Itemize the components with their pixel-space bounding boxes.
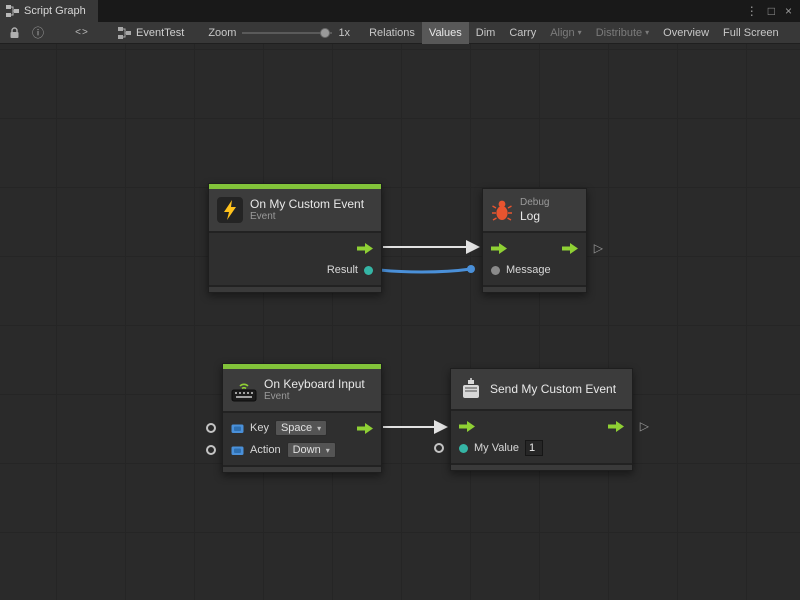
- align-button[interactable]: Align ▾: [543, 22, 588, 44]
- node-footer: [483, 285, 586, 292]
- node-header[interactable]: Send My Custom Event: [451, 369, 632, 409]
- node-header[interactable]: Debug Log: [483, 189, 586, 231]
- unconnected-flow-triangle-icon[interactable]: ▷: [640, 418, 649, 434]
- flow-input-icon[interactable]: [491, 243, 507, 254]
- node-title: Send My Custom Event: [490, 382, 616, 396]
- key-dropdown[interactable]: Space ▾: [275, 420, 327, 436]
- node-header[interactable]: On Keyboard Input Event: [223, 369, 381, 411]
- zoom-slider[interactable]: [242, 27, 332, 39]
- dim-button[interactable]: Dim: [469, 22, 503, 44]
- node-footer: [451, 463, 632, 470]
- action-input-row[interactable]: Action Down ▾: [223, 439, 381, 461]
- node-subtitle: Debug: [520, 197, 549, 209]
- node-header[interactable]: On My Custom Event Event: [209, 189, 381, 231]
- unconnected-port-icon[interactable]: [206, 445, 216, 455]
- graph-file-icon: [118, 27, 131, 39]
- control-wire-custom-event-to-log[interactable]: [383, 240, 480, 254]
- script-graph-icon: [6, 5, 19, 17]
- control-flow-row[interactable]: ▷: [483, 237, 586, 259]
- carry-button[interactable]: Carry: [502, 22, 543, 44]
- node-footer: [209, 285, 381, 292]
- my-value-input[interactable]: [525, 440, 543, 456]
- maximize-icon[interactable]: □: [768, 5, 775, 17]
- inspect-icon[interactable]: ⓘ: [28, 22, 48, 44]
- window-controls: ⋮ □ ×: [738, 0, 800, 22]
- window-tab-bar: Script Graph ⋮ □ ×: [0, 0, 800, 22]
- my-value-input-row[interactable]: My Value: [451, 437, 632, 459]
- zoom-slider-handle[interactable]: [320, 28, 330, 38]
- control-output-row[interactable]: [209, 237, 381, 259]
- node-subtitle: Event: [250, 211, 364, 223]
- result-value-port-icon[interactable]: [364, 266, 373, 275]
- custom-event-icon: [459, 377, 483, 401]
- bug-icon: [491, 198, 513, 222]
- node-title: On My Custom Event: [250, 197, 364, 211]
- value-wire-result-to-message[interactable]: [367, 265, 475, 273]
- flow-input-icon[interactable]: [459, 421, 475, 432]
- graph-toolbar: ⓘ <> EventTest Zoom 1x Relations Values …: [0, 22, 800, 44]
- keyboard-icon: [231, 377, 257, 403]
- zoom-control: Zoom 1x: [208, 27, 350, 39]
- flow-output-icon[interactable]: [357, 243, 373, 254]
- zoom-slider-track: [242, 32, 332, 34]
- toolbar-buttons: Relations Values Dim Carry Align ▾ Distr…: [362, 22, 786, 44]
- code-preview-icon[interactable]: <>: [72, 22, 92, 44]
- message-value-port-icon[interactable]: [491, 266, 500, 275]
- chevron-down-icon: ▾: [578, 28, 582, 37]
- control-wire-keyboard-to-send[interactable]: [383, 420, 448, 434]
- key-label: Key: [250, 422, 269, 434]
- chevron-down-icon: ▾: [645, 28, 649, 37]
- unconnected-port-icon[interactable]: [206, 423, 216, 433]
- key-input-row[interactable]: Key Space ▾: [223, 417, 381, 439]
- zoom-label: Zoom: [208, 27, 236, 39]
- overview-button[interactable]: Overview: [656, 22, 716, 44]
- unconnected-port-icon[interactable]: [434, 443, 444, 453]
- window-menu-icon[interactable]: ⋮: [746, 5, 758, 17]
- distribute-button[interactable]: Distribute ▾: [589, 22, 656, 44]
- node-on-my-custom-event[interactable]: On My Custom Event Event Result: [208, 183, 382, 293]
- tab-title: Script Graph: [24, 5, 86, 17]
- node-title: On Keyboard Input: [264, 377, 365, 391]
- node-body: ▷ Message: [483, 231, 586, 285]
- tab-script-graph[interactable]: Script Graph: [0, 0, 98, 22]
- chevron-down-icon: ▾: [317, 424, 321, 433]
- relations-button[interactable]: Relations: [362, 22, 422, 44]
- graph-name: EventTest: [136, 27, 184, 39]
- node-on-keyboard-input[interactable]: On Keyboard Input Event Key Space ▾: [222, 363, 382, 473]
- action-dropdown[interactable]: Down ▾: [287, 442, 336, 458]
- lightning-bolt-icon: [217, 197, 243, 223]
- my-value-port-icon[interactable]: [459, 444, 468, 453]
- flow-output-icon[interactable]: [562, 243, 578, 254]
- my-value-label: My Value: [474, 442, 519, 454]
- node-subtitle: Event: [264, 391, 365, 403]
- control-flow-row[interactable]: ▷: [451, 415, 632, 437]
- message-input-row[interactable]: Message: [483, 259, 586, 281]
- node-send-my-custom-event[interactable]: Send My Custom Event ▷ My Value: [450, 368, 633, 471]
- graph-reference[interactable]: EventTest: [118, 27, 184, 39]
- flow-output-icon[interactable]: [608, 421, 624, 432]
- values-button[interactable]: Values: [422, 22, 469, 44]
- unconnected-flow-triangle-icon[interactable]: ▷: [594, 240, 603, 256]
- node-footer: [223, 465, 381, 472]
- result-label: Result: [327, 264, 358, 276]
- chevron-down-icon: ▾: [326, 446, 330, 455]
- fullscreen-button[interactable]: Full Screen: [716, 22, 786, 44]
- flow-output-icon[interactable]: [357, 423, 373, 434]
- graph-canvas[interactable]: On My Custom Event Event Result: [0, 44, 800, 600]
- action-label: Action: [250, 444, 281, 456]
- keycode-type-icon: [231, 422, 244, 435]
- result-output-row[interactable]: Result: [209, 259, 381, 281]
- lock-icon[interactable]: [4, 22, 24, 44]
- zoom-value: 1x: [338, 27, 350, 39]
- close-icon[interactable]: ×: [785, 5, 792, 17]
- node-title: Log: [520, 209, 549, 223]
- message-label: Message: [506, 264, 551, 276]
- tabbar-spacer: [98, 0, 738, 22]
- connection-wires: [0, 44, 800, 600]
- node-debug-log[interactable]: Debug Log ▷ Message: [482, 188, 587, 293]
- node-body: ▷ My Value: [451, 409, 632, 463]
- node-body: Result: [209, 231, 381, 285]
- node-body: Key Space ▾ Action Down ▾: [223, 411, 381, 465]
- action-type-icon: [231, 444, 244, 457]
